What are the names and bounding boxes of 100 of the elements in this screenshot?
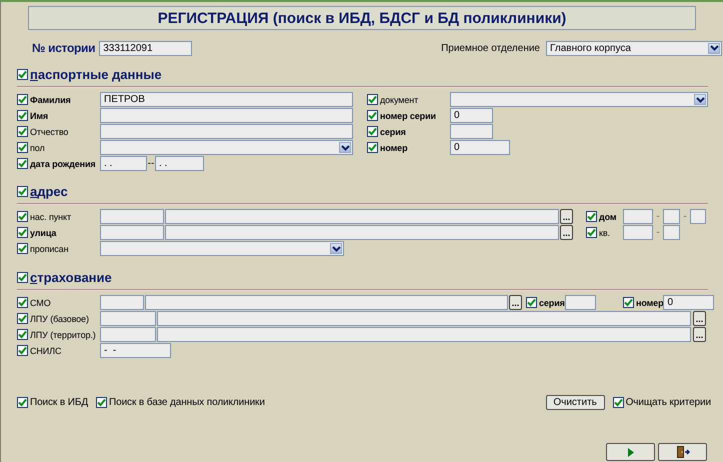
field-label: Очищать критерии [626, 396, 711, 408]
text-field[interactable]: 0 [663, 295, 714, 310]
text-field[interactable]: - - [100, 343, 171, 358]
chevron-down-icon [330, 243, 342, 254]
checkbox[interactable] [17, 110, 28, 121]
text-field[interactable] [100, 311, 156, 326]
field-label: Фамилия [30, 94, 71, 104]
checkbox[interactable] [17, 345, 28, 356]
text-field[interactable] [157, 327, 691, 342]
checkbox[interactable] [17, 94, 28, 105]
text-field[interactable] [623, 225, 653, 240]
checkbox[interactable] [586, 211, 597, 222]
window-title: РЕГИСТРАЦИЯ (поиск в ИБД, БДСГ и БД поликлиники) [28, 6, 696, 30]
text-field[interactable] [450, 124, 493, 139]
field-label: нас. пункт [30, 212, 71, 222]
checkbox[interactable] [17, 297, 28, 308]
text-field[interactable] [663, 209, 680, 224]
field-label: Поиск в ИБД [30, 396, 88, 408]
text-field[interactable] [100, 327, 156, 342]
browse-button[interactable]: ... [560, 209, 573, 224]
field-label: серия [380, 126, 406, 136]
field-label: Имя [30, 110, 48, 120]
browse-button[interactable]: ... [693, 327, 706, 342]
history-label: № истории [32, 41, 96, 55]
text-field[interactable] [663, 225, 680, 240]
text-field[interactable] [623, 209, 653, 224]
chevron-down-icon [339, 142, 351, 153]
checkbox[interactable] [367, 110, 378, 121]
field-label: дата рождения [30, 158, 96, 168]
field-label: пол [30, 142, 45, 152]
checkbox[interactable] [17, 329, 28, 340]
browse-button[interactable]: ... [693, 311, 706, 326]
text-field[interactable] [690, 209, 706, 224]
play-icon [628, 448, 634, 456]
checkbox[interactable] [17, 186, 28, 196]
checkbox[interactable] [526, 297, 537, 308]
text-field[interactable]: . . [100, 156, 147, 171]
field-label: Отчество [30, 126, 68, 136]
section-title: паспортные данные [30, 66, 162, 82]
text-field[interactable]: 0 [450, 140, 510, 155]
dash: - [655, 227, 661, 238]
text-field[interactable] [565, 295, 596, 310]
checkbox[interactable] [367, 142, 378, 153]
checkbox[interactable] [17, 396, 28, 408]
exit-button[interactable] [658, 443, 707, 461]
text-field[interactable]: ПЕТРОВ [100, 92, 353, 107]
browse-button[interactable]: ... [509, 295, 522, 310]
chevron-down-icon [708, 42, 720, 54]
checkbox[interactable] [17, 227, 28, 238]
field-label: номер [636, 298, 664, 308]
checkbox[interactable] [17, 211, 28, 222]
checkbox[interactable] [367, 126, 378, 137]
text-field[interactable] [100, 124, 353, 139]
checkbox[interactable] [17, 68, 28, 80]
checkbox[interactable] [612, 396, 624, 408]
dash: -- [147, 158, 155, 169]
checkbox[interactable] [17, 272, 28, 282]
checkbox[interactable] [17, 313, 28, 324]
checkbox[interactable] [96, 396, 108, 408]
text-field[interactable] [157, 311, 691, 326]
field-label: СМО [30, 298, 51, 308]
checkbox[interactable] [586, 227, 597, 238]
text-field[interactable] [100, 225, 164, 240]
dash: - [682, 211, 688, 222]
text-field[interactable]: 0 [450, 108, 493, 123]
text-field[interactable] [165, 225, 559, 240]
text-field[interactable]: . . [155, 156, 204, 171]
checkbox[interactable] [367, 94, 378, 105]
text-field[interactable] [165, 209, 559, 224]
text-field[interactable] [100, 108, 353, 123]
checkbox[interactable] [17, 158, 28, 169]
dropdown[interactable] [450, 92, 708, 107]
section-title: адрес [30, 184, 68, 198]
field-label: номер серии [380, 110, 436, 120]
field-label: документ [380, 94, 418, 104]
browse-button[interactable]: ... [560, 225, 573, 240]
text-field[interactable]: 333112091 [99, 40, 192, 56]
door-exit-icon [676, 446, 690, 458]
field-label: улица [30, 228, 56, 238]
text-field[interactable] [145, 295, 508, 310]
checkbox[interactable] [17, 243, 28, 254]
checkbox[interactable] [17, 142, 28, 153]
field-label: номер [380, 142, 408, 152]
field-label: серия [539, 298, 565, 308]
field-label: Приемное отделение [441, 42, 540, 54]
clear-button[interactable]: Очистить [546, 394, 605, 410]
field-label: ЛПУ (территор.) [30, 330, 96, 340]
checkbox[interactable] [17, 126, 28, 137]
chevron-down-icon [694, 94, 706, 105]
field-label: прописан [30, 244, 68, 254]
next-button[interactable] [606, 443, 655, 461]
text-field[interactable] [100, 295, 144, 310]
dash: - [655, 211, 661, 222]
dropdown[interactable]: Главного корпуса [546, 40, 722, 56]
field-label: дом [599, 212, 616, 222]
text-field[interactable] [100, 209, 164, 224]
checkbox[interactable] [623, 297, 634, 308]
dropdown[interactable] [100, 241, 344, 256]
dropdown[interactable] [100, 140, 353, 155]
field-label: ЛПУ (базовое) [30, 314, 89, 324]
